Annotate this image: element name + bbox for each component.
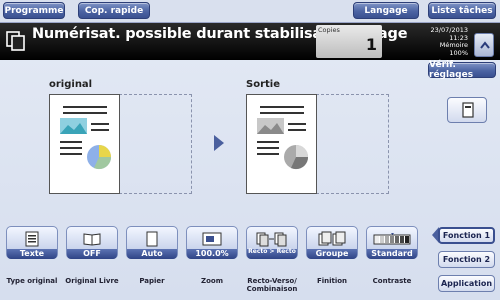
book-icon <box>67 230 117 247</box>
fonction2-tab[interactable]: Fonction 2 <box>438 251 495 268</box>
copies-label: Copies <box>318 26 340 34</box>
finition-label: Finition <box>316 277 348 285</box>
scroll-up-icon <box>480 41 490 49</box>
group-icon <box>307 230 357 247</box>
contraste-value: Standard <box>367 249 417 259</box>
arrow-right-icon <box>214 135 224 151</box>
contraste-button[interactable]: Standard <box>366 226 418 259</box>
verif-reglages-button[interactable]: Vérif. réglages <box>428 60 496 80</box>
langage-button[interactable]: Langage <box>353 2 419 19</box>
preview-page-button[interactable] <box>447 97 487 123</box>
zoom-icon <box>187 230 237 247</box>
fonction1-tab[interactable]: Fonction 1 <box>438 227 495 244</box>
duplex-icon <box>247 230 297 247</box>
image-thumbnail-icon <box>60 118 112 170</box>
original-livre-value: OFF <box>67 249 117 259</box>
text-document-icon <box>7 230 57 247</box>
image-thumbnail-gray-icon <box>257 118 309 170</box>
programme-button[interactable]: Programme <box>3 2 65 19</box>
type-original-button[interactable]: Texte <box>6 226 58 259</box>
memoire-value: 100% <box>449 48 468 57</box>
papier-button[interactable]: Auto <box>126 226 178 259</box>
recto-verso-value: Recto > Recto <box>247 249 297 259</box>
type-original-label: Type original <box>6 277 58 285</box>
copies-counter: Copies 1 <box>316 25 382 58</box>
copies-value: 1 <box>365 35 377 54</box>
recto-verso-label: Recto-Verso/ Combinaison <box>246 277 298 293</box>
original-livre-button[interactable]: OFF <box>66 226 118 259</box>
original-label: original <box>49 79 93 90</box>
sortie-label: Sortie <box>246 79 280 90</box>
liste-taches-button[interactable]: Liste tâches <box>428 2 496 19</box>
type-original-value: Texte <box>7 249 57 259</box>
scroll-up-button[interactable] <box>474 33 494 57</box>
top-toolbar <box>0 0 500 22</box>
copy-mode-icon <box>6 31 26 51</box>
zoom-value: 100.0% <box>187 249 237 259</box>
page-icon <box>462 102 474 118</box>
paper-icon <box>127 230 177 247</box>
papier-label: Papier <box>139 277 165 285</box>
cop-rapide-button[interactable]: Cop. rapide <box>78 2 150 19</box>
status-info: 23/07/2013 11:23 Mémoire 100% <box>418 26 468 57</box>
original-document <box>49 94 120 194</box>
original-livre-label: Original Livre <box>65 277 119 285</box>
output-document <box>246 94 317 194</box>
contraste-label: Contraste <box>372 277 412 285</box>
zoom-button[interactable]: 100.0% <box>186 226 238 259</box>
application-tab[interactable]: Application <box>438 275 495 292</box>
finition-value: Groupe <box>307 249 357 259</box>
zoom-label: Zoom <box>201 277 223 285</box>
recto-verso-button[interactable]: Recto > Recto <box>246 226 298 259</box>
finition-button[interactable]: Groupe <box>306 226 358 259</box>
papier-value: Auto <box>127 249 177 259</box>
contrast-scale-icon <box>367 230 417 247</box>
